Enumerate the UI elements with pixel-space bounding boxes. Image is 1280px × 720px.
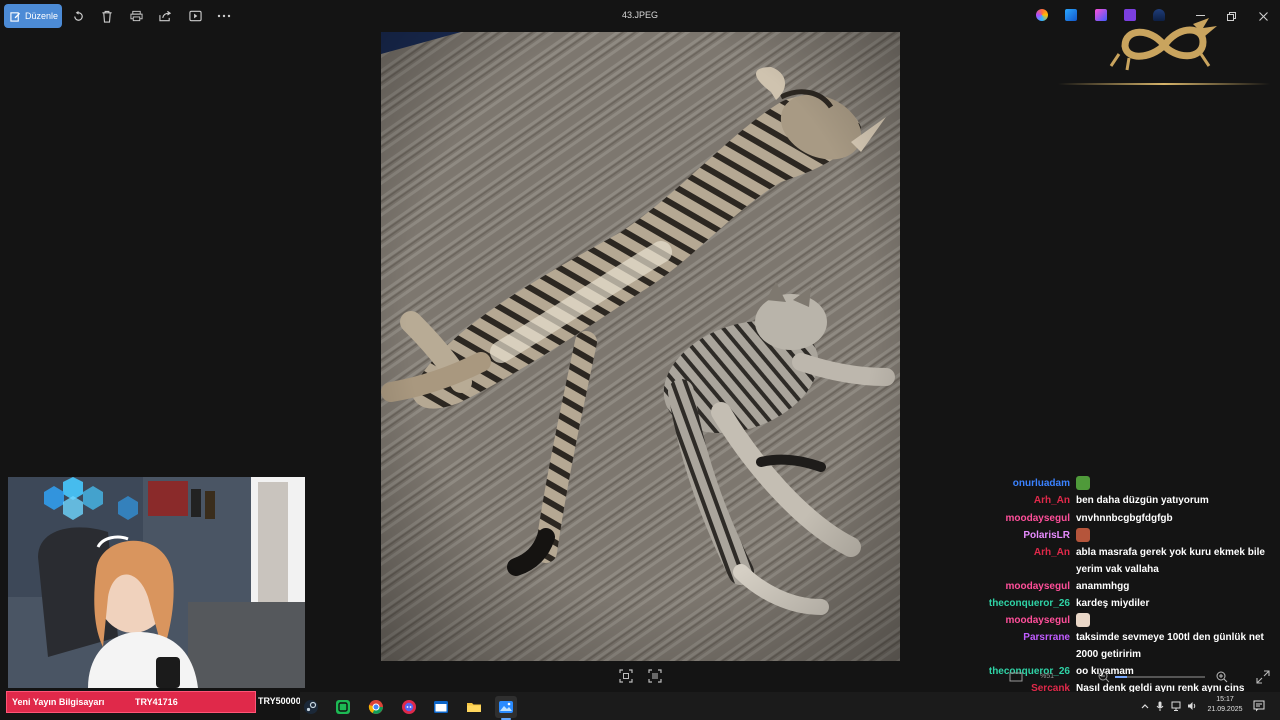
fullscreen-icon[interactable] bbox=[1256, 670, 1270, 684]
chat-overlay: onurluadam Arh_An ben daha düzgün yatıyo… bbox=[980, 472, 1278, 720]
edit-icon bbox=[10, 11, 21, 22]
chrome-icon[interactable] bbox=[365, 696, 387, 718]
microphone-icon[interactable] bbox=[1155, 701, 1165, 711]
steam-icon[interactable] bbox=[300, 696, 322, 718]
chat-username: Arh_An bbox=[1033, 495, 1070, 506]
chat-username: PolarisLR bbox=[1023, 530, 1070, 541]
share-icon[interactable] bbox=[157, 8, 173, 24]
rotate-icon[interactable] bbox=[70, 8, 86, 24]
zoom-in-icon[interactable] bbox=[1215, 670, 1229, 684]
zoom-slider-fill bbox=[1115, 676, 1127, 678]
copilot-icon[interactable] bbox=[1036, 9, 1048, 21]
chat-text: vnvhnnbcgbgfdgfgb bbox=[1076, 513, 1173, 524]
actual-size-icon[interactable] bbox=[648, 669, 662, 683]
file-explorer-icon[interactable] bbox=[463, 696, 485, 718]
photos-icon[interactable] bbox=[495, 696, 517, 720]
slideshow-icon[interactable] bbox=[187, 8, 203, 24]
fit-to-window-icon[interactable] bbox=[619, 669, 633, 683]
chat-username: moodaysegul bbox=[1005, 513, 1070, 524]
chat-message: Parsrrane taksimde sevmeye 100tl den gün… bbox=[980, 629, 1278, 663]
chat-text: taksimde sevmeye 100tl den günlük net 20… bbox=[1076, 632, 1264, 660]
chat-username: moodaysegul bbox=[1005, 581, 1070, 592]
chat-message: moodaysegul bbox=[980, 612, 1278, 629]
delete-icon[interactable] bbox=[99, 8, 115, 24]
donation-goal-label: Yeni Yayın Bilgisayarı bbox=[12, 697, 105, 707]
donation-goal-bar: Yeni Yayın Bilgisayarı TRY41716 bbox=[6, 691, 256, 713]
chat-username: Arh_An bbox=[1033, 547, 1070, 558]
chat-username: Parsrrane bbox=[1023, 632, 1070, 643]
dragon-logo bbox=[1105, 14, 1225, 72]
chat-message: onurluadam bbox=[980, 475, 1278, 492]
chat-text: anammhgg bbox=[1076, 581, 1130, 592]
clock-date: 21.09.2025 bbox=[1207, 706, 1243, 713]
cat-photo bbox=[381, 32, 900, 661]
chat-message: PolarisLR bbox=[980, 527, 1278, 544]
network-icon[interactable] bbox=[1171, 701, 1181, 711]
donation-current-amount: TRY41716 bbox=[135, 697, 178, 707]
edit-button-label: Düzenle bbox=[25, 11, 59, 21]
photos-toolbar: Düzenle 43.JPEG bbox=[0, 0, 1280, 32]
close-icon[interactable] bbox=[1255, 8, 1271, 24]
chat-text: ben daha düzgün yatıyorum bbox=[1076, 495, 1209, 506]
chat-message: moodaysegul vnvhnnbcgbgfdgfgb bbox=[980, 510, 1278, 527]
chat-message: moodaysegul anammhgg bbox=[980, 578, 1278, 595]
more-icon[interactable] bbox=[216, 8, 232, 24]
app-icon-blue[interactable] bbox=[1065, 9, 1077, 21]
film-strip-icon[interactable] bbox=[1009, 670, 1023, 684]
webcam-feed bbox=[8, 477, 305, 688]
chevron-up-icon[interactable] bbox=[1140, 701, 1150, 711]
chat-message: Arh_An ben daha düzgün yatıyorum bbox=[980, 492, 1278, 509]
frog-emote bbox=[1076, 476, 1090, 491]
spotify-icon[interactable] bbox=[332, 696, 354, 718]
chat-username: theconqueror_26 bbox=[988, 598, 1070, 609]
chat-username: theconqueror_26 bbox=[988, 666, 1070, 677]
restore-icon[interactable] bbox=[1223, 8, 1239, 24]
donation-goal-amount: TRY50000 bbox=[258, 696, 301, 706]
cat-emote bbox=[1076, 528, 1090, 543]
chat-username: moodaysegul bbox=[1005, 615, 1070, 626]
file-title: 43.JPEG bbox=[621, 10, 659, 20]
discord-icon[interactable] bbox=[398, 696, 420, 718]
notifications-icon[interactable] bbox=[1253, 700, 1265, 712]
chat-text: abla masrafa gerek yok kuru ekmek bile y… bbox=[1076, 547, 1265, 575]
hand-emote bbox=[1076, 613, 1090, 628]
chat-username: onurluadam bbox=[1012, 478, 1070, 489]
logo-divider bbox=[1058, 83, 1270, 85]
zoom-out-icon[interactable] bbox=[1097, 670, 1111, 684]
zoom-level: %51 bbox=[1040, 673, 1055, 680]
print-icon[interactable] bbox=[128, 8, 144, 24]
windows-taskbar: 15:17 21.09.2025 bbox=[300, 692, 1280, 720]
chat-text: kardeş miydiler bbox=[1076, 598, 1150, 609]
chat-message: theconqueror_26 kardeş miydiler bbox=[980, 595, 1278, 612]
edit-button[interactable]: Düzenle bbox=[4, 4, 62, 28]
taskbar-clock[interactable]: 15:17 21.09.2025 bbox=[1200, 695, 1250, 715]
zoom-slider[interactable] bbox=[1115, 676, 1205, 678]
clock-time: 15:17 bbox=[1216, 696, 1234, 703]
terminal-icon[interactable] bbox=[430, 696, 452, 718]
volume-icon[interactable] bbox=[1187, 701, 1197, 711]
chat-message: Arh_An abla masrafa gerek yok kuru ekmek… bbox=[980, 544, 1278, 578]
